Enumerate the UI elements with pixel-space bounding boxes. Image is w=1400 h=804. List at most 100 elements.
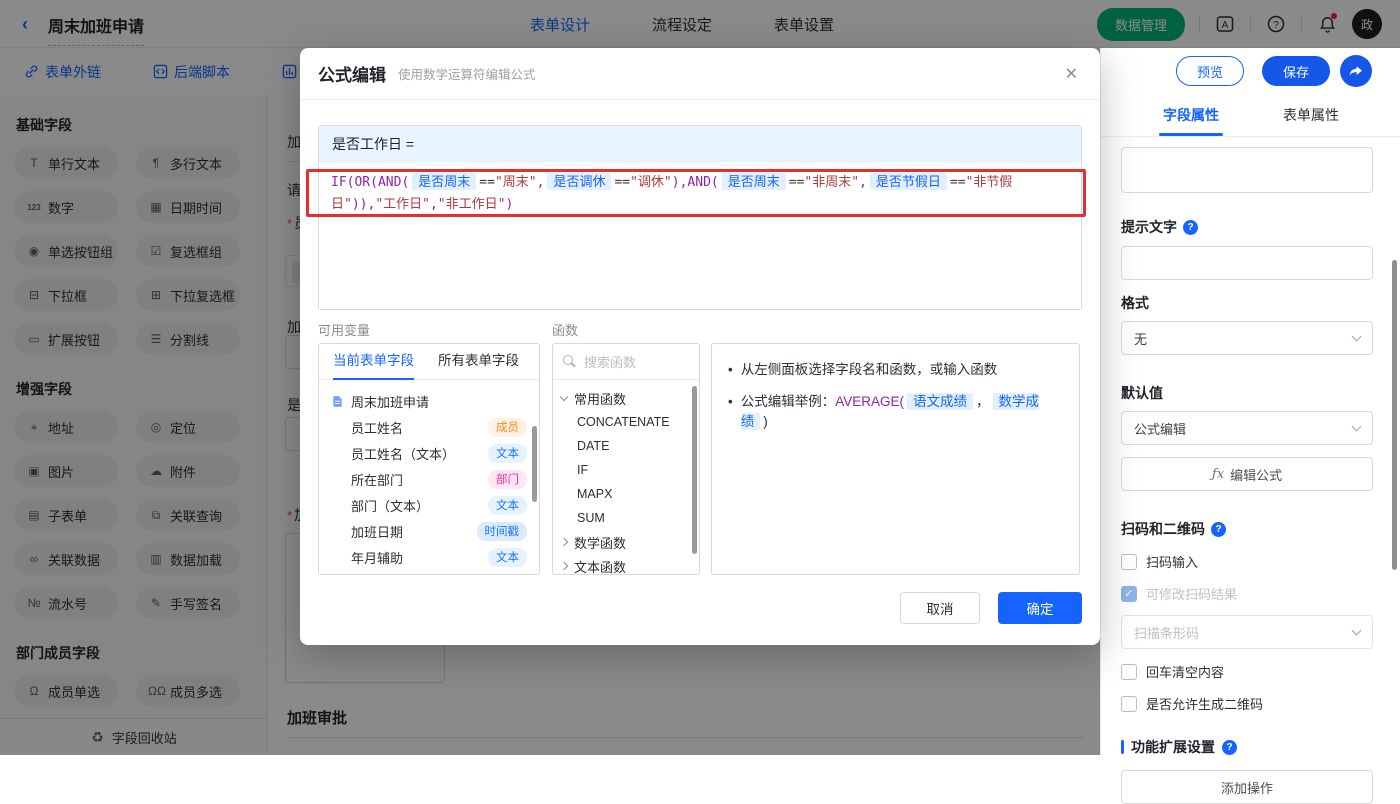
functions-scrollbar[interactable] bbox=[692, 386, 697, 554]
default-value-label: 默认值 bbox=[1121, 383, 1380, 403]
field-type-badge: 文本 bbox=[488, 548, 527, 567]
variable-name: 所在部门 bbox=[351, 470, 403, 489]
formula-token-keyword: ) bbox=[505, 197, 513, 212]
formula-result-field: 是否工作日 = bbox=[319, 126, 1081, 162]
format-select[interactable]: 无 bbox=[1121, 321, 1373, 355]
edit-formula-button[interactable]: ƒx 编辑公式 bbox=[1121, 457, 1373, 491]
formula-editor-modal: 公式编辑 使用数学运算符编辑公式 ✕ 是否工作日 = IF(OR(AND(是否周… bbox=[300, 48, 1100, 645]
checkbox-可修改扫码结果[interactable]: ✓ 可修改扫码结果 bbox=[1121, 584, 1380, 603]
modal-title: 公式编辑 bbox=[318, 61, 386, 86]
formula-token-keyword: ),AND( bbox=[672, 175, 719, 190]
functions-panel: 搜索函数 常用函数 CONCATENATEDATEIFMAPXSUM 数学函数文本函… bbox=[552, 343, 700, 575]
modal-header: 公式编辑 使用数学运算符编辑公式 ✕ bbox=[300, 48, 1100, 100]
variables-label: 可用变量 bbox=[318, 320, 370, 339]
formula-token-variable[interactable]: 是否节假日 bbox=[870, 173, 947, 190]
form-doc-icon bbox=[331, 395, 344, 408]
formula-token-keyword: , bbox=[537, 175, 545, 190]
checkbox-label: 扫码输入 bbox=[1146, 552, 1198, 571]
checkbox-icon[interactable] bbox=[1121, 664, 1137, 680]
formula-token-text: ， bbox=[976, 394, 990, 409]
formula-token-keyword: IF(OR(AND( bbox=[331, 175, 409, 190]
checkbox-icon[interactable] bbox=[1121, 554, 1137, 570]
variable-name: 员工姓名 bbox=[351, 418, 403, 437]
function-item-DATE[interactable]: DATE bbox=[553, 434, 699, 458]
tab-表单属性[interactable]: 表单属性 bbox=[1261, 95, 1361, 136]
question-icon[interactable]: ? bbox=[1183, 220, 1198, 235]
properties-tabs: 字段属性表单属性 bbox=[1101, 95, 1400, 137]
formula-help-panel: • 从左侧面板选择字段名和函数，或输入函数 • 公式编辑举例：AVERAGE(语… bbox=[711, 343, 1080, 575]
field-type-badge: 文本 bbox=[488, 444, 527, 463]
variable-row-员工姓名[interactable]: 员工姓名 成员 bbox=[319, 414, 539, 440]
formula-editor-area[interactable]: 是否工作日 = IF(OR(AND(是否周末=="周末",是否调休=="调休")… bbox=[318, 125, 1082, 310]
checkbox-label: 可修改扫码结果 bbox=[1146, 584, 1237, 603]
formula-token-operator: == bbox=[614, 175, 630, 190]
formula-expression[interactable]: IF(OR(AND(是否周末=="周末",是否调休=="调休"),AND(是否周… bbox=[319, 162, 1081, 225]
formula-token-variable[interactable]: 是否周末 bbox=[412, 173, 476, 190]
field-type-badge: 文本 bbox=[488, 496, 527, 515]
search-icon bbox=[563, 355, 576, 368]
function-group-label: 数学函数 bbox=[574, 533, 626, 552]
formula-token-string: "非周末" bbox=[804, 175, 859, 190]
drawer-scrollbar[interactable] bbox=[1392, 260, 1397, 570]
hint-input[interactable] bbox=[1121, 246, 1373, 280]
variables-scrollbar[interactable] bbox=[532, 426, 537, 502]
function-item-IF[interactable]: IF bbox=[553, 458, 699, 482]
formula-token-variable[interactable]: 语文成绩 bbox=[907, 393, 973, 410]
checkbox-checked-icon[interactable]: ✓ bbox=[1121, 586, 1137, 602]
format-label: 格式 bbox=[1121, 293, 1380, 313]
variable-name: 年月辅助 bbox=[351, 548, 403, 567]
share-button[interactable] bbox=[1340, 55, 1372, 87]
formula-token-string: "周末" bbox=[495, 175, 537, 190]
checkbox-是否允许生成二维码[interactable]: 是否允许生成二维码 bbox=[1121, 694, 1380, 713]
function-item-CONCATENATE[interactable]: CONCATENATE bbox=[553, 410, 699, 434]
variable-name: 加班日期 bbox=[351, 522, 403, 541]
variable-row-员工姓名（文本）[interactable]: 员工姓名（文本） 文本 bbox=[319, 440, 539, 466]
formula-token-keyword: , bbox=[430, 197, 438, 212]
close-icon[interactable]: ✕ bbox=[1065, 64, 1078, 84]
formula-token-variable[interactable]: 是否调休 bbox=[547, 173, 611, 190]
chevron-down-icon bbox=[1352, 331, 1362, 341]
add-action-button[interactable]: 添加操作 bbox=[1121, 770, 1373, 804]
function-item-MAPX[interactable]: MAPX bbox=[553, 482, 699, 506]
tree-root-form[interactable]: 周末加班申请 bbox=[319, 388, 539, 414]
default-value-select[interactable]: 公式编辑 bbox=[1121, 411, 1373, 445]
formula-token-string: "工作日" bbox=[375, 197, 430, 212]
formula-token-variable[interactable]: 是否周末 bbox=[722, 173, 786, 190]
formula-token-text: ) bbox=[763, 414, 768, 429]
function-group-文本函数[interactable]: 文本函数 bbox=[553, 554, 699, 575]
checkbox-回车清空内容[interactable]: 回车清空内容 bbox=[1121, 662, 1380, 681]
question-icon[interactable]: ? bbox=[1222, 740, 1237, 755]
tab-字段属性[interactable]: 字段属性 bbox=[1141, 95, 1241, 136]
function-group-数学函数[interactable]: 数学函数 bbox=[553, 530, 699, 554]
variable-row-加班日期[interactable]: 加班日期时间戳 bbox=[319, 518, 539, 544]
formula-token-operator: == bbox=[789, 175, 805, 190]
question-icon[interactable]: ? bbox=[1211, 522, 1226, 537]
variable-name: 员工姓名（文本） bbox=[351, 444, 455, 463]
chevron-down-icon bbox=[1352, 625, 1362, 635]
formula-token-string: "调休" bbox=[630, 175, 672, 190]
variable-row-部门（文本）[interactable]: 部门（文本） 文本 bbox=[319, 492, 539, 518]
variables-tab-所有表单字段[interactable]: 所有表单字段 bbox=[438, 344, 519, 380]
function-item-SUM[interactable]: SUM bbox=[553, 506, 699, 530]
cancel-button[interactable]: 取消 bbox=[900, 592, 980, 624]
scan-section-label: 扫码和二维码 ? bbox=[1121, 519, 1380, 539]
checkbox-扫码输入[interactable]: 扫码输入 bbox=[1121, 552, 1380, 571]
formula-token-operator: == bbox=[479, 175, 495, 190]
variables-tab-当前表单字段[interactable]: 当前表单字段 bbox=[333, 344, 414, 380]
preview-button[interactable]: 预览 bbox=[1176, 56, 1244, 86]
confirm-button[interactable]: 确定 bbox=[998, 592, 1082, 624]
checkbox-icon[interactable] bbox=[1121, 696, 1137, 712]
field-type-badge: 成员 bbox=[488, 418, 527, 437]
save-button[interactable]: 保存 bbox=[1262, 56, 1330, 86]
variable-name: 部门（文本） bbox=[351, 496, 429, 515]
function-group-label: 常用函数 bbox=[574, 389, 626, 408]
formula-token-operator: == bbox=[950, 175, 966, 190]
description-input[interactable] bbox=[1121, 147, 1373, 193]
function-search-input[interactable]: 搜索函数 bbox=[553, 344, 699, 380]
variables-tree: 周末加班申请 员工姓名成员员工姓名（文本）文本所在部门部门部门（文本）文本加班日… bbox=[319, 380, 539, 570]
functions-label: 函数 bbox=[552, 320, 578, 339]
formula-token-string: "非工作日" bbox=[438, 197, 506, 212]
variable-row-所在部门[interactable]: 所在部门部门 bbox=[319, 466, 539, 492]
variable-row-年月辅助[interactable]: 年月辅助 文本 bbox=[319, 544, 539, 570]
function-group-常用函数[interactable]: 常用函数 bbox=[553, 386, 699, 410]
